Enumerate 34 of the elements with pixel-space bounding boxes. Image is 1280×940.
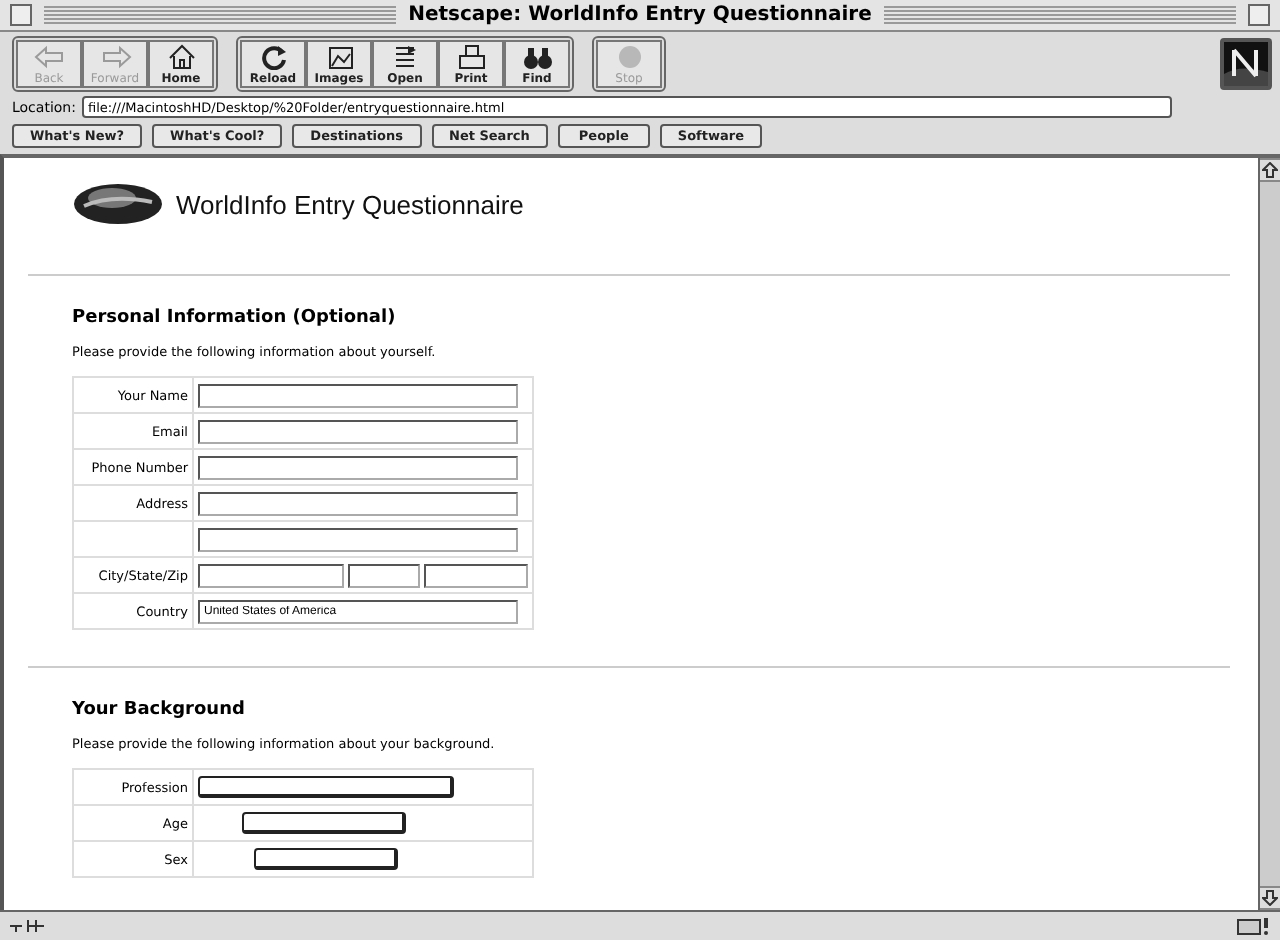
text-field[interactable]: [254, 848, 398, 870]
close-box[interactable]: [10, 4, 32, 26]
text-field[interactable]: [198, 491, 518, 515]
down-arrow-icon: [1262, 890, 1278, 906]
binoculars-icon: [521, 43, 553, 69]
stop-icon: [613, 43, 645, 69]
scroll-up-button[interactable]: [1260, 158, 1280, 182]
forward-arrow-icon: [99, 43, 131, 69]
zip-field[interactable]: [424, 563, 528, 587]
section-heading: Your Background: [72, 700, 247, 720]
scroll-down-button[interactable]: [1260, 886, 1280, 910]
reload-icon: [257, 43, 289, 69]
state-field[interactable]: [348, 563, 420, 587]
printer-icon: [455, 43, 487, 69]
section-heading: Personal Information (Optional): [72, 308, 398, 328]
text-field[interactable]: [198, 383, 518, 407]
house-icon: [165, 43, 197, 69]
text-field[interactable]: [198, 776, 454, 798]
image-icon: [323, 43, 355, 69]
text-field[interactable]: [198, 527, 518, 551]
broken-key-icon: [8, 916, 48, 936]
city-field[interactable]: [198, 563, 344, 587]
zoom-box[interactable]: [1248, 4, 1270, 26]
back-arrow-icon: [33, 43, 65, 69]
page-heading: WorldInfo Entry Questionnaire: [176, 189, 524, 219]
window-title: Netscape: WorldInfo Entry Questionnaire: [408, 4, 872, 26]
n-logo-icon: [1220, 38, 1272, 90]
text-field[interactable]: [198, 455, 518, 479]
text-field[interactable]: [242, 812, 406, 834]
text-field[interactable]: [198, 419, 518, 443]
globe-logo-icon: [72, 182, 164, 226]
mail-icon[interactable]: [1236, 916, 1272, 936]
up-arrow-icon: [1262, 162, 1278, 178]
vertical-scrollbar[interactable]: [1258, 158, 1280, 910]
